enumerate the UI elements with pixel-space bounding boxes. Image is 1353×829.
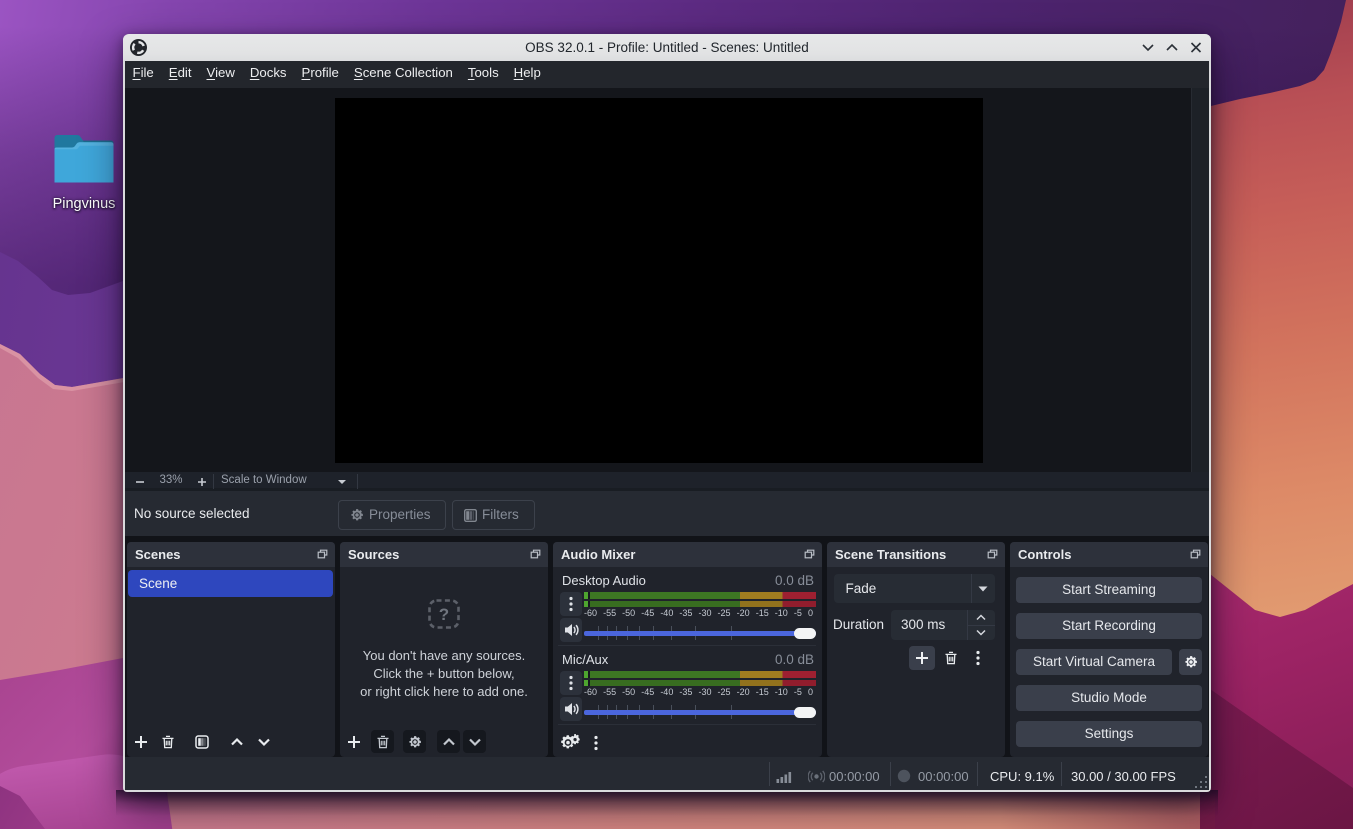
svg-text:?: ?: [439, 605, 449, 624]
